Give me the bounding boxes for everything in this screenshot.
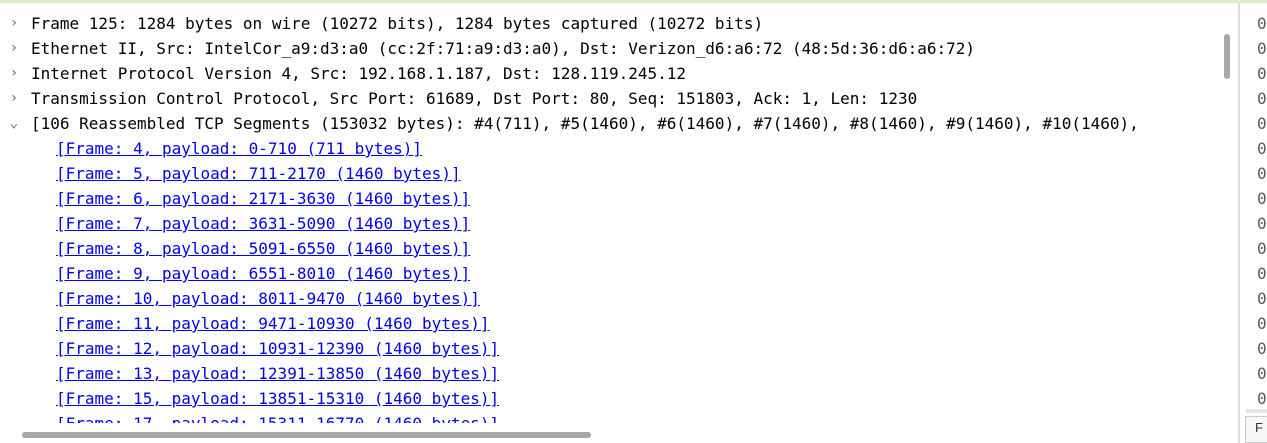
tree-row-reassembled-segments[interactable]: ⌄ [106 Reassembled TCP Segments (153032 …: [0, 111, 1218, 136]
segment-frame-link[interactable]: [Frame: 8, payload: 5091-6550 (1460 byte…: [0, 236, 1218, 261]
tree-row-frame[interactable]: › Frame 125: 1284 bytes on wire (10272 b…: [0, 11, 1218, 36]
packet-details-pane[interactable]: › Frame 125: 1284 bytes on wire (10272 b…: [0, 3, 1236, 443]
chevron-down-icon[interactable]: ⌄: [6, 111, 22, 136]
segment-frame-link[interactable]: [Frame: 13, payload: 12391-13850 (1460 b…: [0, 361, 1218, 386]
segment-frame-link[interactable]: [Frame: 6, payload: 2171-3630 (1460 byte…: [0, 186, 1218, 211]
segment-link-text[interactable]: [Frame: 12, payload: 10931-12390 (1460 b…: [56, 336, 499, 361]
bytes-row: 0: [1257, 239, 1267, 258]
segment-link-text[interactable]: [Frame: 7, payload: 3631-5090 (1460 byte…: [56, 211, 470, 236]
segment-link-text[interactable]: [Frame: 6, payload: 2171-3630 (1460 byte…: [56, 186, 470, 211]
bytes-horizontal-scrollbar[interactable]: [1246, 409, 1267, 413]
bytes-row: 0: [1257, 114, 1267, 133]
chevron-right-icon[interactable]: ›: [6, 86, 22, 111]
segment-frame-link[interactable]: [Frame: 4, payload: 0-710 (711 bytes)]: [0, 136, 1218, 161]
segment-link-text[interactable]: [Frame: 9, payload: 6551-8010 (1460 byte…: [56, 261, 470, 286]
segment-link-text[interactable]: [Frame: 5, payload: 711-2170 (1460 bytes…: [56, 161, 461, 186]
tree-row-label: Ethernet II, Src: IntelCor_a9:d3:a0 (cc:…: [31, 39, 976, 58]
segment-link-text[interactable]: [Frame: 8, payload: 5091-6550 (1460 byte…: [56, 236, 470, 261]
segment-link-text[interactable]: [Frame: 10, payload: 8011-9470 (1460 byt…: [56, 286, 480, 311]
bytes-row: 0: [1257, 214, 1267, 233]
bytes-row: 0: [1257, 264, 1267, 283]
segment-frame-link[interactable]: [Frame: 11, payload: 9471-10930 (1460 by…: [0, 311, 1218, 336]
packet-details-tree: › Frame 125: 1284 bytes on wire (10272 b…: [0, 11, 1218, 423]
bytes-format-label: F: [1255, 420, 1263, 435]
chevron-right-icon[interactable]: ›: [6, 11, 22, 36]
chevron-right-icon[interactable]: ›: [6, 36, 22, 61]
bytes-row: 0: [1257, 64, 1267, 83]
bytes-row: 0: [1257, 364, 1267, 383]
chevron-right-icon[interactable]: ›: [6, 61, 22, 86]
bytes-row: 0: [1257, 314, 1267, 333]
packet-bytes-pane[interactable]: 0 0 0 0 0 0 0 0 0 0 0 0 0 0 0 0 F: [1240, 3, 1267, 443]
segment-link-text[interactable]: [Frame: 4, payload: 0-710 (711 bytes)]: [56, 136, 422, 161]
bytes-row: 0: [1257, 89, 1267, 108]
bytes-row: 0: [1257, 389, 1267, 408]
tree-row-label: Internet Protocol Version 4, Src: 192.16…: [31, 64, 687, 83]
segment-frame-link[interactable]: [Frame: 12, payload: 10931-12390 (1460 b…: [0, 336, 1218, 361]
segment-frame-link[interactable]: [Frame: 15, payload: 13851-15310 (1460 b…: [0, 386, 1218, 411]
segment-link-text[interactable]: [Frame: 15, payload: 13851-15310 (1460 b…: [56, 386, 499, 411]
bytes-row: 0: [1257, 14, 1267, 33]
tree-row-tcp[interactable]: › Transmission Control Protocol, Src Por…: [0, 86, 1218, 111]
segment-link-text[interactable]: [Frame: 13, payload: 12391-13850 (1460 b…: [56, 361, 499, 386]
vertical-scroll-thumb[interactable]: [1224, 34, 1230, 79]
segment-frame-link[interactable]: [Frame: 9, payload: 6551-8010 (1460 byte…: [0, 261, 1218, 286]
tree-row-label: [106 Reassembled TCP Segments (153032 by…: [31, 114, 1139, 133]
tree-row-label: Transmission Control Protocol, Src Port:…: [31, 89, 918, 108]
segment-link-text[interactable]: [Frame: 17, payload: 15311-16770 (1460 b…: [56, 411, 499, 423]
tree-row-label: Frame 125: 1284 bytes on wire (10272 bit…: [31, 14, 764, 33]
segment-frame-link[interactable]: [Frame: 7, payload: 3631-5090 (1460 byte…: [0, 211, 1218, 236]
bytes-row: 0: [1257, 289, 1267, 308]
horizontal-scroll-thumb[interactable]: [22, 432, 591, 438]
tree-row-ipv4[interactable]: › Internet Protocol Version 4, Src: 192.…: [0, 61, 1218, 86]
bytes-row: 0: [1257, 164, 1267, 183]
bytes-offset-column: 0 0 0 0 0 0 0 0 0 0 0 0 0 0 0 0: [1257, 11, 1267, 411]
bytes-row: 0: [1257, 189, 1267, 208]
bytes-row: 0: [1257, 139, 1267, 158]
details-horizontal-scrollbar[interactable]: [0, 423, 1218, 443]
details-vertical-scrollbar[interactable]: [1218, 11, 1236, 423]
bytes-row: 0: [1257, 339, 1267, 358]
bytes-row: 0: [1257, 39, 1267, 58]
segment-frame-link[interactable]: [Frame: 5, payload: 711-2170 (1460 bytes…: [0, 161, 1218, 186]
segment-frame-link[interactable]: [Frame: 10, payload: 8011-9470 (1460 byt…: [0, 286, 1218, 311]
segment-link-text[interactable]: [Frame: 11, payload: 9471-10930 (1460 by…: [56, 311, 489, 336]
tree-row-ethernet[interactable]: › Ethernet II, Src: IntelCor_a9:d3:a0 (c…: [0, 36, 1218, 61]
bytes-format-box[interactable]: F: [1245, 416, 1267, 443]
segment-frame-link[interactable]: [Frame: 17, payload: 15311-16770 (1460 b…: [0, 411, 1218, 423]
